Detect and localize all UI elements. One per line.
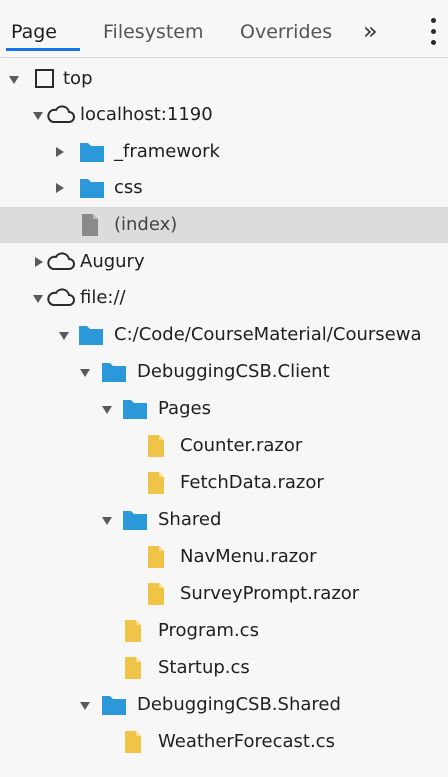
- tree-item-label: css: [114, 177, 143, 198]
- file-icon: [148, 435, 164, 457]
- more-options-icon[interactable]: [430, 18, 436, 46]
- tab-page[interactable]: Page: [11, 20, 57, 44]
- collapse-arrow-icon[interactable]: [56, 147, 64, 157]
- tree-item-label: _framework: [114, 141, 220, 162]
- file-icon: [125, 620, 141, 642]
- file-icon: [82, 214, 98, 236]
- tree-item-label: Counter.razor: [180, 435, 303, 456]
- tree-item-label: Augury: [80, 251, 145, 272]
- tree-item-label: C:/Code/CourseMaterial/Coursewa: [114, 324, 422, 345]
- tree-item-label: DebuggingCSB.Shared: [137, 694, 341, 715]
- file-icon: [125, 657, 141, 679]
- tree-item-surveyprompt[interactable]: SurveyPrompt.razor: [0, 576, 448, 612]
- expand-arrow-icon[interactable]: [102, 517, 112, 525]
- tree-item-label: DebuggingCSB.Client: [137, 361, 330, 382]
- expand-arrow-icon[interactable]: [9, 76, 19, 84]
- folder-icon: [80, 179, 104, 198]
- tree-item-fetchdata[interactable]: FetchData.razor: [0, 465, 448, 501]
- cloud-icon: [47, 105, 75, 123]
- tree-item-label: top: [63, 68, 93, 89]
- collapse-arrow-icon[interactable]: [35, 257, 43, 267]
- expand-arrow-icon[interactable]: [33, 112, 43, 120]
- sources-page-tree: top localhost:1190 _framework css (index…: [0, 58, 448, 777]
- tree-item-css[interactable]: css: [0, 170, 448, 206]
- frame-icon: [35, 69, 54, 88]
- file-icon: [148, 472, 164, 494]
- cloud-icon: [47, 252, 75, 270]
- tree-item-shared-project[interactable]: DebuggingCSB.Shared: [0, 687, 448, 723]
- tree-item-coursework[interactable]: C:/Code/CourseMaterial/Coursewa: [0, 317, 448, 353]
- folder-icon: [79, 326, 103, 345]
- tree-item-index[interactable]: (index): [0, 207, 448, 243]
- tree-item-label: Shared: [158, 509, 222, 530]
- tree-item-localhost[interactable]: localhost:1190: [0, 97, 448, 133]
- expand-arrow-icon[interactable]: [80, 369, 90, 377]
- expand-arrow-icon[interactable]: [59, 332, 69, 340]
- folder-icon: [102, 363, 126, 382]
- tree-item-counter[interactable]: Counter.razor: [0, 428, 448, 464]
- tree-item-label: WeatherForecast.cs: [158, 731, 335, 752]
- expand-arrow-icon[interactable]: [80, 702, 90, 710]
- tree-item-startup[interactable]: Startup.cs: [0, 650, 448, 686]
- tab-filesystem[interactable]: Filesystem: [103, 20, 203, 44]
- expand-arrow-icon[interactable]: [33, 295, 43, 303]
- tree-item-program[interactable]: Program.cs: [0, 613, 448, 649]
- file-icon: [148, 546, 164, 568]
- tree-item-label: Startup.cs: [158, 657, 250, 678]
- tree-item-client[interactable]: DebuggingCSB.Client: [0, 354, 448, 390]
- file-icon: [125, 731, 141, 753]
- tree-item-file[interactable]: file://: [0, 280, 448, 316]
- folder-icon: [80, 143, 104, 162]
- tree-item-augury[interactable]: Augury: [0, 244, 448, 280]
- folder-icon: [123, 511, 147, 530]
- tree-item-label: Pages: [158, 398, 211, 419]
- active-tab-indicator: [6, 48, 80, 51]
- tree-item-label: FetchData.razor: [180, 472, 324, 493]
- tree-item-label: Program.cs: [158, 620, 259, 641]
- tree-item-label: file://: [80, 287, 126, 308]
- tree-item-top[interactable]: top: [0, 61, 448, 97]
- collapse-arrow-icon[interactable]: [56, 183, 64, 193]
- sources-tab-bar: Page Filesystem Overrides »: [0, 0, 448, 58]
- tree-item-label: NavMenu.razor: [180, 546, 317, 567]
- tree-item-label: SurveyPrompt.razor: [180, 583, 360, 604]
- tree-item-shared[interactable]: Shared: [0, 502, 448, 538]
- tree-item-label: localhost:1190: [80, 104, 213, 125]
- tree-item-weatherforecast[interactable]: WeatherForecast.cs: [0, 724, 448, 760]
- file-icon: [148, 583, 164, 605]
- tab-overrides[interactable]: Overrides: [240, 20, 332, 44]
- folder-icon: [123, 400, 147, 419]
- cloud-icon: [47, 288, 75, 306]
- more-tabs-icon[interactable]: »: [363, 17, 378, 45]
- tree-item-pages[interactable]: Pages: [0, 391, 448, 427]
- folder-icon: [102, 696, 126, 715]
- tree-item-framework[interactable]: _framework: [0, 134, 448, 170]
- tree-item-label: (index): [114, 214, 178, 235]
- expand-arrow-icon[interactable]: [102, 406, 112, 414]
- tree-item-navmenu[interactable]: NavMenu.razor: [0, 539, 448, 575]
